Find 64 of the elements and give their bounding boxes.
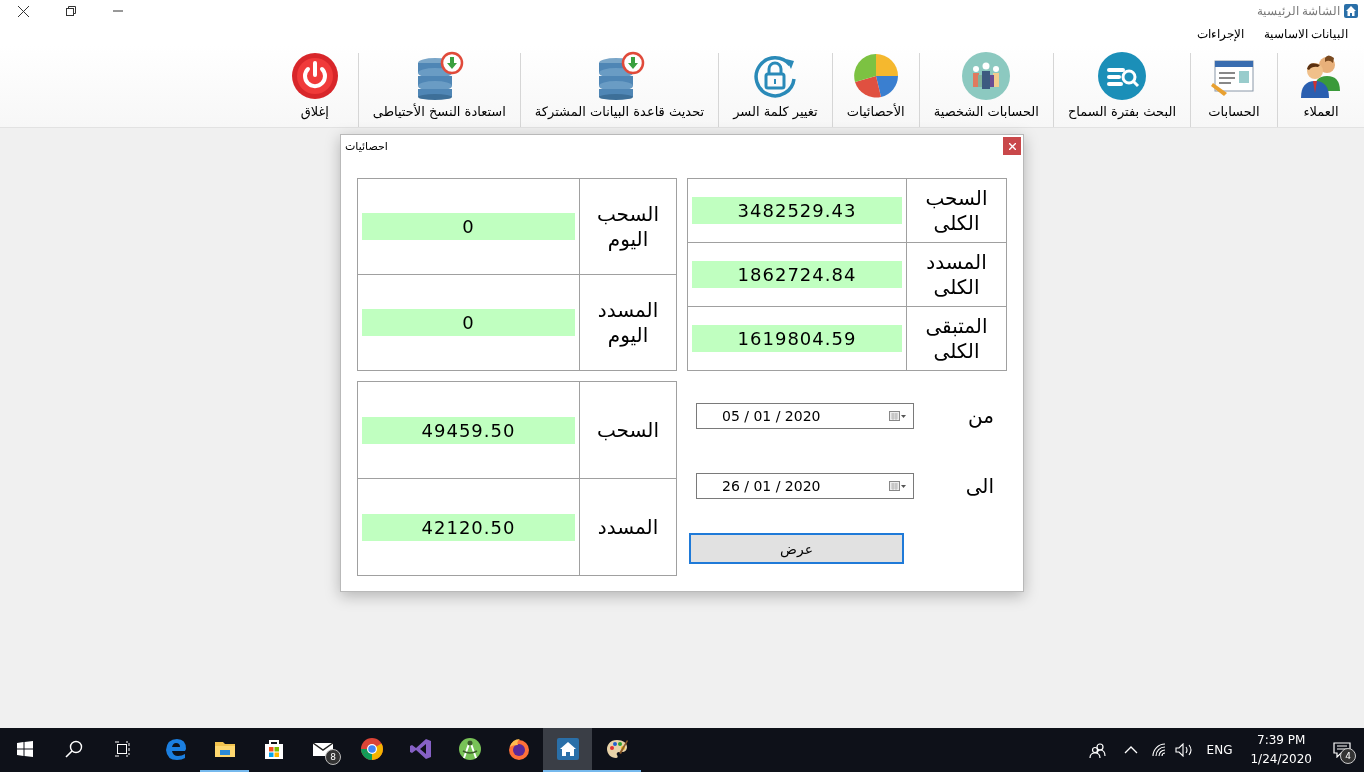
count-badge: 8: [325, 749, 341, 765]
count-badge: 4: [1340, 748, 1356, 764]
power-icon: [289, 51, 340, 101]
browser-icon: [359, 737, 384, 761]
caret-up-icon: [1123, 746, 1138, 754]
wifi-icon: [1151, 743, 1168, 757]
toolbar-button[interactable]: إغلاق: [271, 51, 358, 127]
toolbar-button[interactable]: البحث بفترة السماح: [1053, 51, 1190, 127]
search-icon: [64, 740, 83, 758]
value-field: 1862724.84: [692, 261, 902, 288]
field-label: المسدد: [597, 514, 659, 540]
value-field: 3482529.43: [692, 197, 902, 224]
close-icon: [1008, 142, 1016, 150]
field-label: المسدد اليوم: [596, 297, 660, 348]
menu-item[interactable]: الإجراءات: [1186, 26, 1254, 41]
field-label: الى: [964, 474, 995, 498]
value-field: 0: [362, 213, 575, 240]
browser-icon: [506, 737, 531, 761]
date-picker[interactable]: 05 / 01 / 2020: [696, 403, 914, 429]
date-picker[interactable]: 26 / 01 / 2020: [696, 473, 914, 499]
close-icon: [18, 5, 29, 17]
calendar-icon: [889, 480, 907, 492]
house-icon: [1344, 4, 1358, 18]
toolbar-button[interactable]: الحسابات: [1191, 51, 1277, 127]
notification-icon[interactable]: [1333, 742, 1351, 758]
task-view-icon: [113, 741, 132, 757]
field-label: السحب الكلى: [924, 185, 989, 236]
close-button[interactable]: [1003, 137, 1021, 155]
value-field: 0: [362, 309, 575, 336]
search-icon: [1096, 51, 1147, 101]
people-icon: [1088, 742, 1107, 758]
speaker-icon: [1174, 743, 1193, 757]
value-field: 49459.50: [362, 416, 575, 444]
group-icon: [961, 51, 1012, 101]
toolbar-button[interactable]: تغيير كلمة السر: [719, 51, 832, 127]
value-field: 1619804.59: [692, 325, 902, 352]
dialog-title: احصائيات: [345, 139, 388, 153]
window-title: الشاشة الرئيسية: [1256, 4, 1340, 18]
ribbon-icon: [408, 737, 433, 761]
taskbar-button[interactable]: [543, 728, 592, 772]
clock[interactable]: 7:39 PM 1/24/2020: [1242, 731, 1320, 769]
field-label: المتبقى الكلى: [924, 313, 989, 364]
compass-icon: [457, 737, 482, 761]
minimize-icon: [112, 10, 123, 12]
toolbar-button[interactable]: العملاء: [1278, 51, 1364, 127]
toolbar-button[interactable]: الأحصائيات: [832, 51, 919, 127]
browser-icon: [163, 737, 188, 761]
windows-logo-icon: [16, 741, 33, 757]
toolbar-button[interactable]: تحديث قاعدة البيانات المشتركة: [520, 51, 719, 127]
field-label: السحب اليوم: [595, 201, 660, 252]
house-icon: [555, 737, 580, 761]
field-label: السحب: [596, 417, 659, 443]
toolbar-button[interactable]: استعادة النسخ الأحتياطى: [358, 51, 520, 127]
taskbar-button[interactable]: 8: [298, 728, 347, 772]
field-label: المسدد الكلى: [925, 249, 988, 300]
menu-item[interactable]: البيانات الاساسية: [1253, 26, 1358, 41]
field-label: من: [967, 404, 995, 428]
toolbar-button[interactable]: الحسابات الشخصية: [919, 51, 1053, 127]
calendar-icon: [889, 410, 907, 422]
value-field: 42120.50: [362, 513, 575, 541]
restore-icon: [65, 6, 76, 16]
language-indicator[interactable]: ENG: [1196, 743, 1243, 757]
palette-icon: [604, 737, 629, 761]
show-button[interactable]: عرض: [689, 533, 904, 564]
